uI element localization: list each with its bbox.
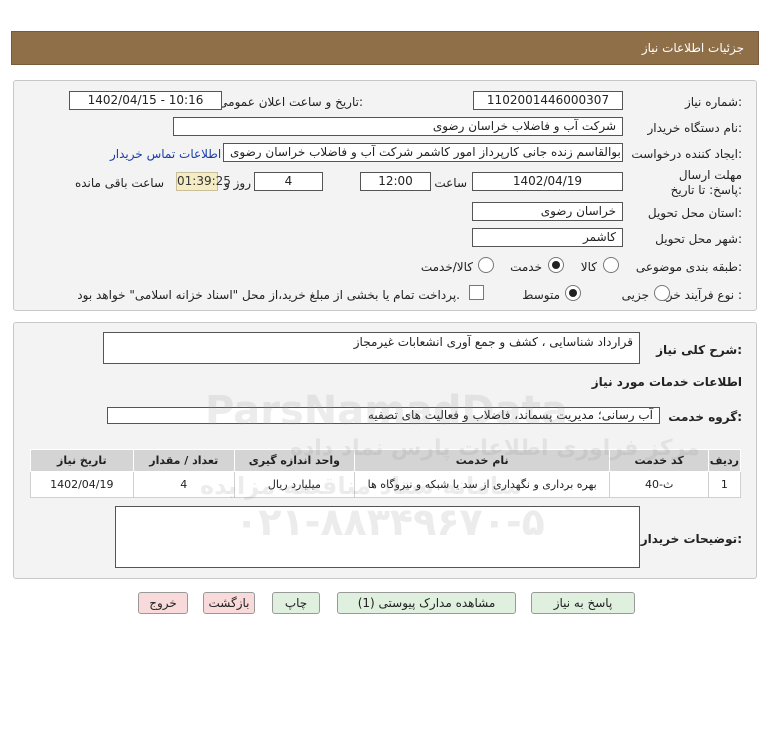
services-heading: اطلاعات خدمات مورد نیاز	[591, 375, 742, 389]
payment-note: پرداخت تمام یا بخشی از مبلغ خرید،از محل …	[77, 288, 460, 302]
col-service-code: کد خدمت	[609, 449, 709, 472]
process-radio-medium[interactable]	[565, 285, 581, 301]
cell-service-name: بهره برداری و نگهداری از سد یا شبکه و نی…	[353, 471, 611, 498]
summary-field: قرارداد شناسایی ، کشف و جمع آوری انشعابا…	[103, 332, 640, 364]
requester-field: ابوالقاسم زنده جانی کارپرداز امور کاشمر …	[223, 143, 623, 162]
col-quantity: تعداد / مقدار	[132, 449, 235, 472]
need-info-panel	[13, 80, 757, 311]
buyer-notes-label: توضیحات خریدار:	[640, 532, 742, 546]
treasury-payment-checkbox[interactable]	[469, 285, 484, 300]
service-group-label: گروه خدمت:	[668, 410, 742, 424]
page-header: جزئیات اطلاعات نیاز	[11, 31, 759, 65]
col-need-date: تاریخ نیاز	[30, 449, 134, 472]
category-option-service: خدمت	[510, 260, 542, 274]
cell-row-number: 1	[707, 471, 742, 498]
deadline-time-field: 12:00	[360, 172, 431, 191]
contact-buyer-link[interactable]: اطلاعات تماس خریدار	[110, 147, 221, 161]
category-radio-goods[interactable]	[603, 257, 619, 273]
province-field: خراسان رضوی	[472, 202, 623, 221]
city-field: کاشمر	[472, 228, 623, 247]
need-number-field: 1102001446000307	[473, 91, 623, 110]
category-radio-goods-service[interactable]	[478, 257, 494, 273]
buyer-org-field: شرکت آب و فاضلاب خراسان رضوی	[173, 117, 623, 136]
cell-unit: میلیارد ریال	[233, 471, 355, 498]
buyer-org-label: نام دستگاه خریدار:	[647, 121, 743, 135]
need-number-label: شماره نیاز:	[684, 95, 742, 109]
process-label: نوع فرآیند خرید :	[657, 288, 742, 302]
category-label: طبقه بندی موضوعی:	[635, 260, 742, 274]
category-option-goods: کالا	[580, 260, 597, 274]
remaining-label: ساعت باقی مانده	[74, 176, 164, 190]
deadline-date-field: 1402/04/19	[472, 172, 623, 191]
deadline-label: مهلت ارسال پاسخ: تا تاریخ:	[650, 168, 742, 198]
category-option-goods-service: کالا/خدمت	[420, 260, 473, 274]
process-option-minor: جزیی	[621, 288, 649, 302]
category-radio-service[interactable]	[548, 257, 564, 273]
exit-button[interactable]: خروج	[138, 592, 188, 614]
remaining-time-field: 01:39:25	[176, 172, 231, 191]
process-option-medium: متوسط	[522, 288, 560, 302]
page-title: جزئیات اطلاعات نیاز	[641, 41, 744, 55]
service-group-field: آب رسانی؛ مدیریت پسماند، فاضلاب و فعالیت…	[107, 407, 660, 424]
announce-field: 1402/04/15 - 10:16	[69, 91, 222, 110]
announce-label: تاریخ و ساعت اعلان عمومی:	[218, 95, 363, 109]
requester-label: ایجاد کننده درخواست:	[631, 147, 742, 161]
days-field: 4	[254, 172, 323, 191]
city-label: شهر محل تحویل:	[655, 232, 742, 246]
cell-service-code: ث-40	[609, 471, 709, 498]
reply-button[interactable]: پاسخ به نیاز	[531, 592, 635, 614]
view-attachments-button[interactable]: مشاهده مدارک پیوستی (1)	[337, 592, 516, 614]
process-radio-minor[interactable]	[654, 285, 670, 301]
table-header-row: ردیف کد خدمت نام خدمت واحد اندازه گیری ت…	[30, 449, 742, 472]
print-button[interactable]: چاپ	[272, 592, 320, 614]
time-label: ساعت	[434, 176, 467, 190]
summary-label: شرح کلی نیاز:	[656, 343, 742, 357]
services-table: ردیف کد خدمت نام خدمت واحد اندازه گیری ت…	[30, 449, 742, 498]
cell-need-date: 1402/04/19	[30, 471, 134, 498]
back-button[interactable]: بازگشت	[203, 592, 255, 614]
buyer-notes-field	[115, 506, 640, 568]
col-service-name: نام خدمت	[353, 449, 611, 472]
col-unit: واحد اندازه گیری	[233, 449, 355, 472]
deadline-label-text: مهلت ارسال پاسخ: تا تاریخ:	[670, 168, 742, 197]
cell-quantity: 4	[132, 471, 235, 498]
table-row: 1 ث-40 بهره برداری و نگهداری از سد یا شب…	[30, 471, 742, 498]
province-label: استان محل تحویل:	[647, 206, 742, 220]
col-row-number: ردیف	[707, 449, 742, 472]
